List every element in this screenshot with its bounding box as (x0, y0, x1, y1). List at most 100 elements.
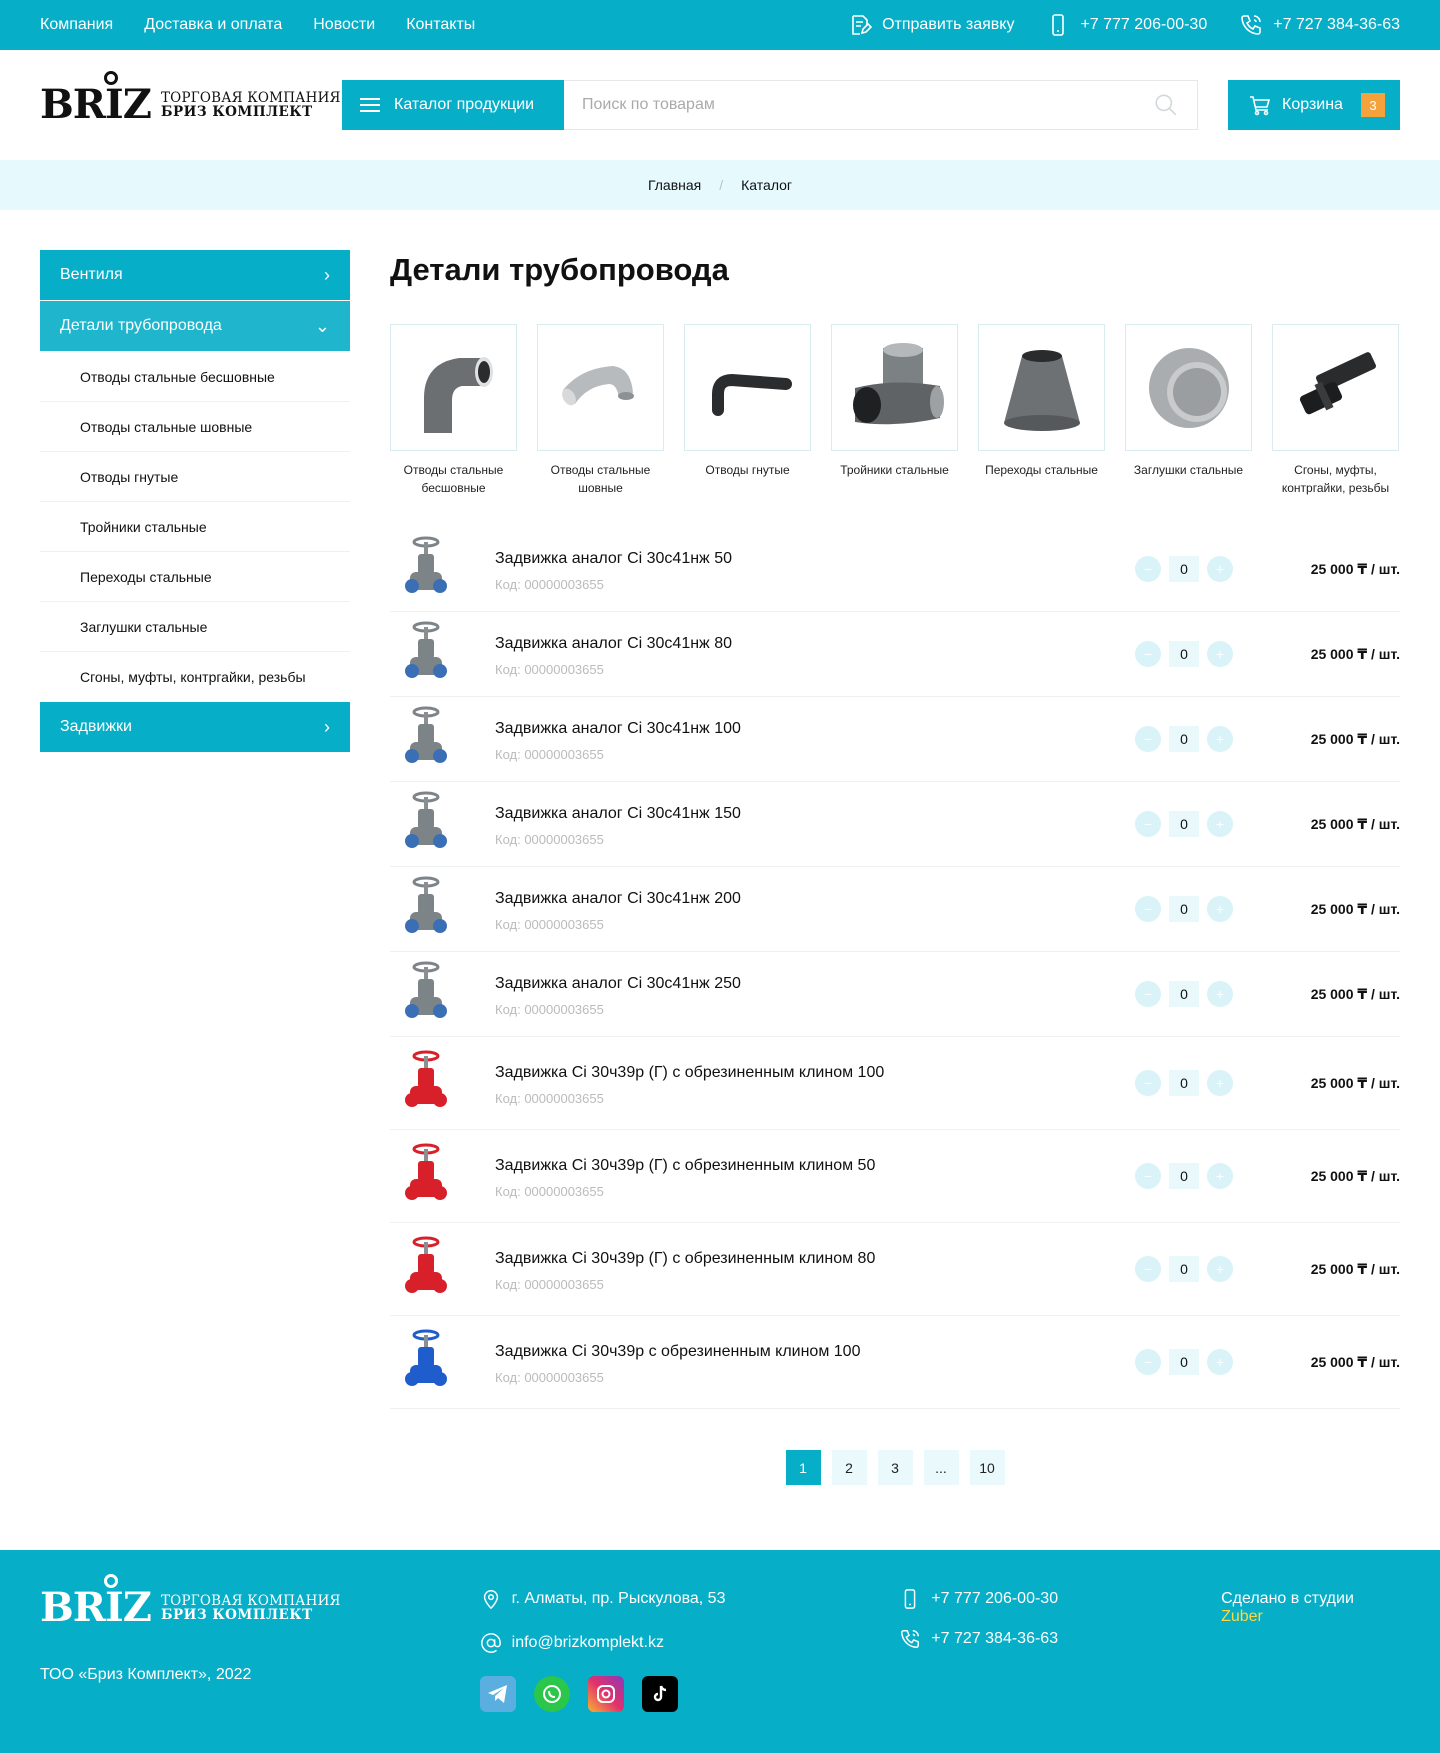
chevron-down-icon: ⌄ (314, 315, 330, 336)
decrease-button[interactable]: − (1135, 1256, 1161, 1282)
gate-valve-icon[interactable] (395, 1327, 457, 1397)
sidebar-subitem[interactable]: Заглушки стальные (40, 602, 350, 652)
product-name[interactable]: Задвижка Ci 30ч39р (Г) с обрезиненным кл… (495, 1154, 1055, 1178)
breadcrumb-catalog[interactable]: Каталог (741, 177, 792, 193)
sidebar-item-pipe-parts[interactable]: Детали трубопровода ⌄ (40, 301, 350, 351)
product-name[interactable]: Задвижка аналог Ci 30с41нж 200 (495, 887, 1055, 911)
footer-logo[interactable]: BRIZ ТОРГОВАЯ КОМПАНИЯ БРИЗ КОМПЛЕКТ (40, 1574, 342, 1628)
gate-valve-icon[interactable] (395, 619, 457, 689)
decrease-button[interactable]: − (1135, 1163, 1161, 1189)
increase-button[interactable]: + (1207, 641, 1233, 667)
category-card[interactable]: Заглушки стальные (1125, 324, 1252, 497)
gate-valve-icon[interactable] (395, 789, 457, 859)
quantity-value[interactable]: 0 (1169, 1349, 1199, 1375)
cap-icon (1125, 324, 1252, 451)
category-card[interactable]: Отводы гнутые (684, 324, 811, 497)
increase-button[interactable]: + (1207, 726, 1233, 752)
increase-button[interactable]: + (1207, 1070, 1233, 1096)
quantity-value[interactable]: 0 (1169, 1256, 1199, 1282)
top-nav-contacts[interactable]: Контакты (406, 16, 475, 34)
social-links (479, 1676, 900, 1712)
product-name[interactable]: Задвижка Ci 30ч39р (Г) с обрезиненным кл… (495, 1247, 1055, 1271)
gate-valve-icon[interactable] (395, 1048, 457, 1118)
sidebar-subitem[interactable]: Переходы стальные (40, 552, 350, 602)
quantity-value[interactable]: 0 (1169, 556, 1199, 582)
sidebar-subitem[interactable]: Отводы стальные бесшовные (40, 352, 350, 402)
category-card[interactable]: Сгоны, муфты, контргайки, резьбы (1272, 324, 1399, 497)
increase-button[interactable]: + (1207, 1349, 1233, 1375)
product-name[interactable]: Задвижка аналог Ci 30с41нж 80 (495, 632, 1055, 656)
gate-valve-icon[interactable] (395, 959, 457, 1029)
studio-link[interactable]: Zuber (1221, 1608, 1263, 1625)
quantity-value[interactable]: 0 (1169, 811, 1199, 837)
increase-button[interactable]: + (1207, 811, 1233, 837)
category-card[interactable]: Отводы стальные шовные (537, 324, 664, 497)
increase-button[interactable]: + (1207, 1256, 1233, 1282)
sidebar-subitem[interactable]: Отводы стальные шовные (40, 402, 350, 452)
decrease-button[interactable]: − (1135, 811, 1161, 837)
decrease-button[interactable]: − (1135, 1070, 1161, 1096)
sidebar-subitem[interactable]: Отводы гнутые (40, 452, 350, 502)
cart-button[interactable]: Корзина 3 (1228, 80, 1400, 130)
tiktok-icon[interactable] (641, 1676, 678, 1712)
pagination-page[interactable]: 10 (969, 1450, 1005, 1485)
top-phone-office-label: +7 727 384-36-63 (1273, 16, 1400, 33)
decrease-button[interactable]: − (1135, 726, 1161, 752)
telegram-icon[interactable] (479, 1676, 516, 1712)
footer-phone-office[interactable]: +7 727 384-36-63 (899, 1628, 1221, 1650)
instagram-icon[interactable] (587, 1676, 624, 1712)
category-card[interactable]: Тройники стальные (831, 324, 958, 497)
product-name[interactable]: Задвижка Ci 30ч39р (Г) с обрезиненным кл… (495, 1061, 1055, 1085)
quantity-value[interactable]: 0 (1169, 726, 1199, 752)
gate-valve-icon[interactable] (395, 1141, 457, 1211)
pagination-page[interactable]: 3 (877, 1450, 913, 1485)
send-request-link[interactable]: Отправить заявку (848, 13, 1014, 37)
increase-button[interactable]: + (1207, 1163, 1233, 1189)
gate-valve-icon[interactable] (395, 534, 457, 604)
decrease-button[interactable]: − (1135, 641, 1161, 667)
sidebar-item-valves[interactable]: Вентиля › (40, 250, 350, 300)
decrease-button[interactable]: − (1135, 1349, 1161, 1375)
catalog-button[interactable]: Каталог продукции (342, 80, 564, 130)
product-name[interactable]: Задвижка аналог Ci 30с41нж 150 (495, 802, 1055, 826)
search-input[interactable] (582, 96, 1153, 114)
gate-valve-icon[interactable] (395, 704, 457, 774)
quantity-value[interactable]: 0 (1169, 896, 1199, 922)
increase-button[interactable]: + (1207, 981, 1233, 1007)
category-card[interactable]: Переходы стальные (978, 324, 1105, 497)
top-nav-news[interactable]: Новости (313, 16, 375, 34)
footer-phone-mobile[interactable]: +7 777 206-00-30 (899, 1588, 1221, 1610)
footer-email[interactable]: info@brizkomplekt.kz (480, 1632, 900, 1654)
top-nav-company[interactable]: Компания (40, 16, 113, 34)
sidebar-subitem[interactable]: Тройники стальные (40, 502, 350, 552)
increase-button[interactable]: + (1207, 896, 1233, 922)
quantity-value[interactable]: 0 (1169, 1070, 1199, 1096)
category-card[interactable]: Отводы стальные бесшовные (390, 324, 517, 497)
pagination-page[interactable]: 1 (785, 1450, 821, 1485)
search-icon[interactable] (1153, 92, 1179, 118)
product-name[interactable]: Задвижка аналог Ci 30с41нж 250 (495, 972, 1055, 996)
decrease-button[interactable]: − (1135, 556, 1161, 582)
quantity-value[interactable]: 0 (1169, 1163, 1199, 1189)
top-nav-delivery[interactable]: Доставка и оплата (144, 16, 282, 34)
sidebar-subitem[interactable]: Сгоны, муфты, контргайки, резьбы (40, 652, 350, 702)
category-label: Переходы стальные (985, 463, 1098, 477)
breadcrumb-home[interactable]: Главная (648, 177, 701, 193)
product-name[interactable]: Задвижка Ci 30ч39р с обрезиненным клином… (495, 1340, 1055, 1364)
logo[interactable]: BRIZ ТОРГОВАЯ КОМПАНИЯ БРИЗ КОМПЛЕКТ (40, 71, 342, 125)
quantity-value[interactable]: 0 (1169, 641, 1199, 667)
product-name[interactable]: Задвижка аналог Ci 30с41нж 50 (495, 547, 1055, 571)
decrease-button[interactable]: − (1135, 981, 1161, 1007)
pagination-page[interactable]: 2 (831, 1450, 867, 1485)
quantity-value[interactable]: 0 (1169, 981, 1199, 1007)
decrease-button[interactable]: − (1135, 896, 1161, 922)
sidebar-item-gate-valves[interactable]: Задвижки › (40, 702, 350, 752)
header: BRIZ ТОРГОВАЯ КОМПАНИЯ БРИЗ КОМПЛЕКТ Кат… (0, 50, 1440, 160)
whatsapp-icon[interactable] (533, 1676, 570, 1712)
top-phone-office[interactable]: +7 727 384-36-63 (1239, 13, 1400, 37)
product-name[interactable]: Задвижка аналог Ci 30с41нж 100 (495, 717, 1055, 741)
top-phone-mobile[interactable]: +7 777 206-00-30 (1046, 13, 1207, 37)
increase-button[interactable]: + (1207, 556, 1233, 582)
gate-valve-icon[interactable] (395, 874, 457, 944)
gate-valve-icon[interactable] (395, 1234, 457, 1304)
